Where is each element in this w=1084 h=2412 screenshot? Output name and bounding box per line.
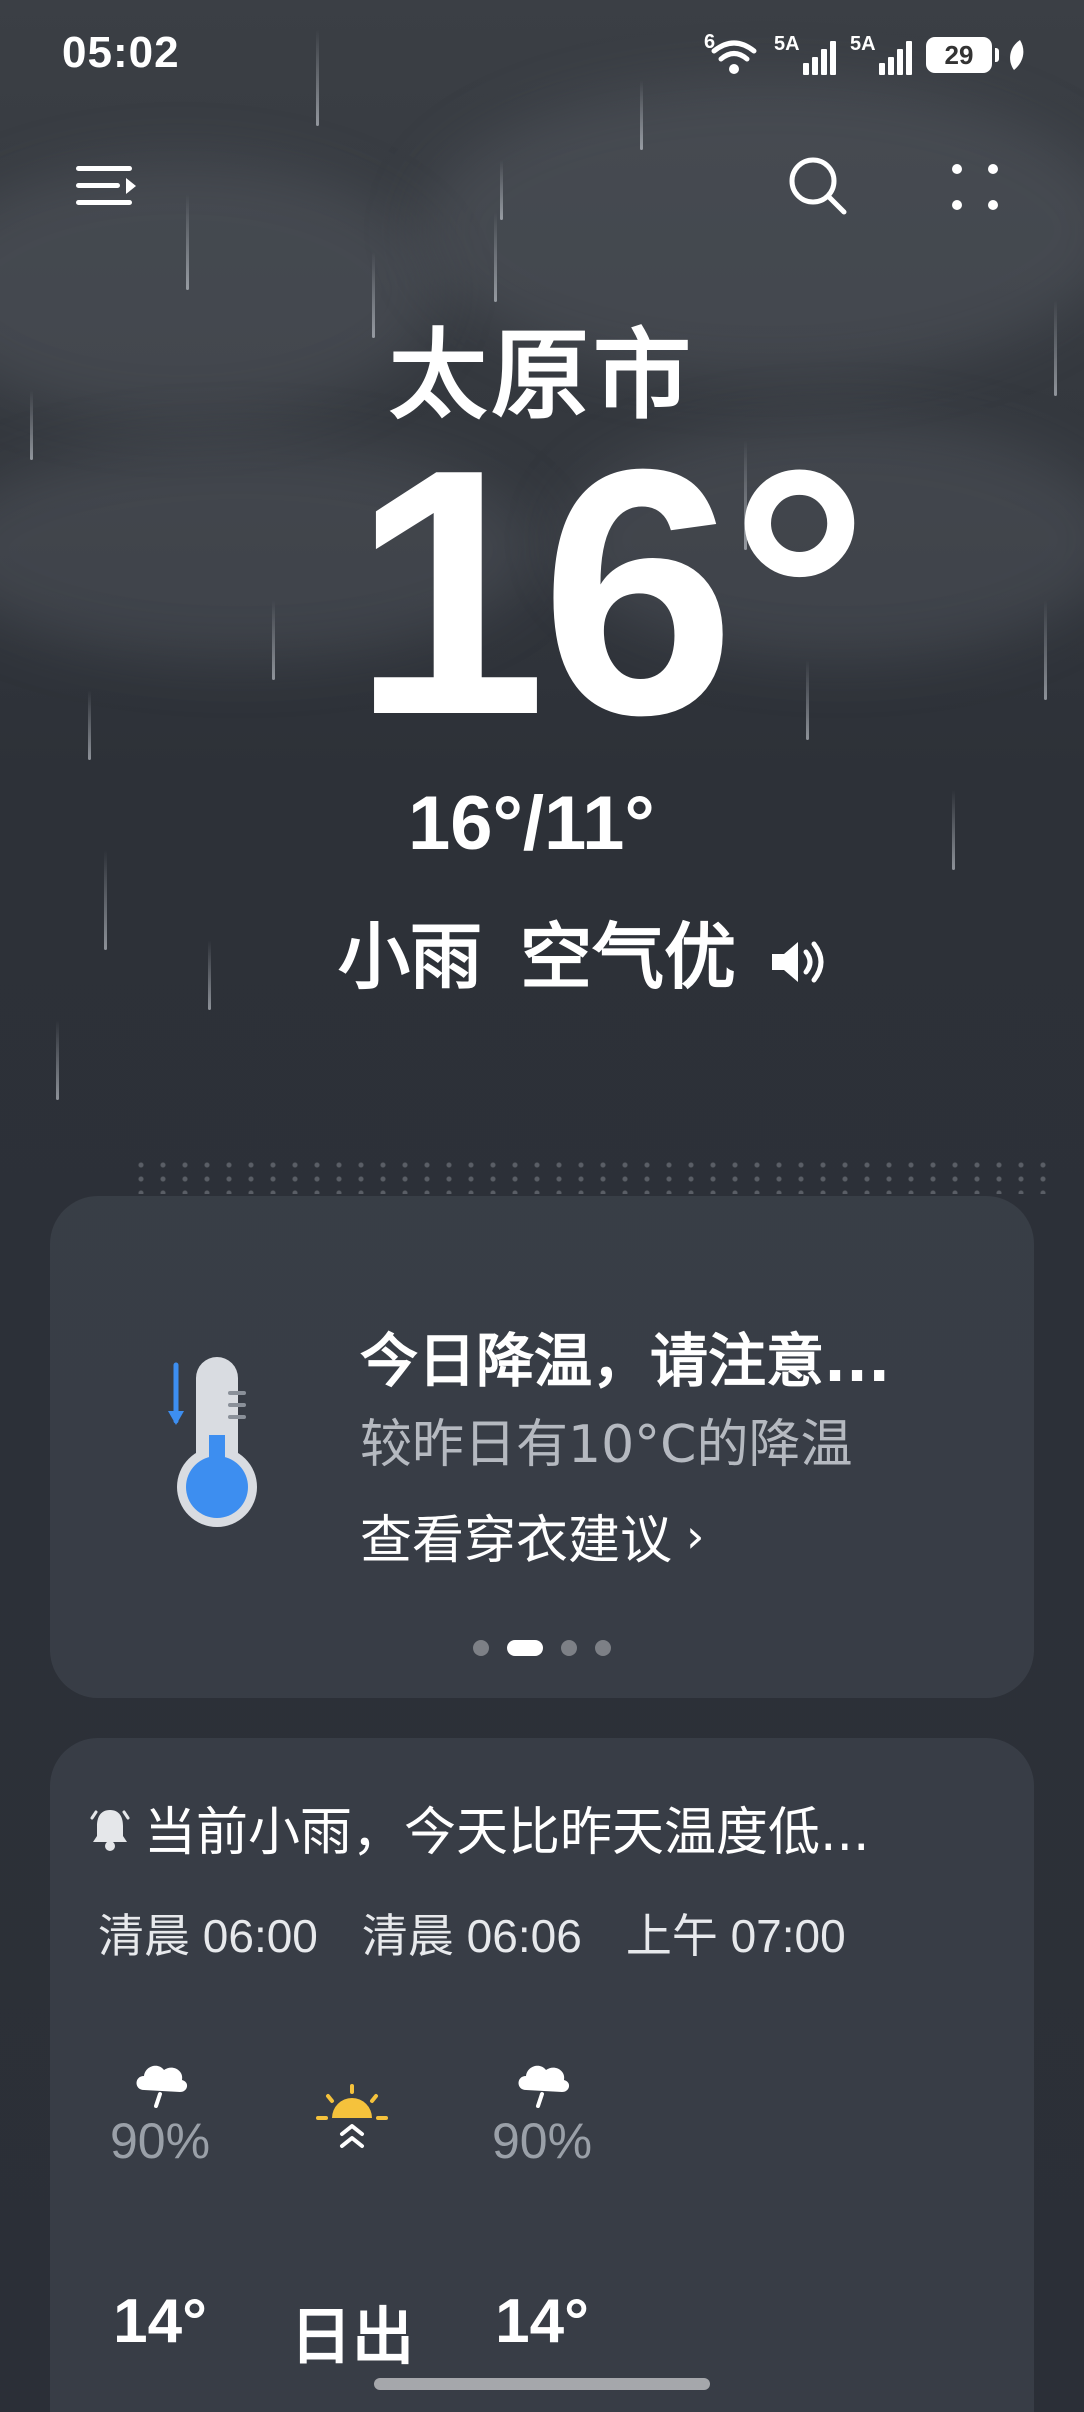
precip-percent: 90% [109,2113,211,2169]
menu-button[interactable] [70,158,142,218]
sim1-signal-icon: 5A [774,33,836,77]
carousel-page-indicator [50,1640,1034,1656]
sim2-network-label: 5A [850,33,876,55]
weather-condition: 小雨 [338,915,483,999]
sim2-signal-icon: 5A [850,33,912,77]
hourly-times: 清晨 06:00 清晨 06:06 上午 07:00 [98,1900,846,1966]
rain-splash [130,1158,1050,1194]
rain-drop [494,212,497,302]
more-icon [949,161,1001,217]
wifi-icon: 6 [704,31,760,77]
page-dot [561,1640,577,1656]
rain-drop [272,600,275,680]
hour-time: 上午 07:00 [625,1910,846,1962]
rain-drop [640,80,643,150]
page-dot [595,1640,611,1656]
high-low-temperature: 16°/11° [408,781,655,866]
temperature-alert-card[interactable]: 今日降温，请注意... 较昨日有10°C的降温 查看穿衣建议 › [50,1196,1034,1698]
thermometer-cold-icon [160,1351,270,1535]
hour-temperature: 14° [113,2287,207,2356]
alert-title: 今日降温，请注意... [360,1327,891,1395]
rain-drop [208,940,211,1010]
hour-time: 清晨 06:00 [98,1910,318,1962]
search-button[interactable] [782,152,854,224]
page-dot-active [507,1640,543,1656]
menu-icon [74,162,138,214]
sim1-network-label: 5A [774,33,800,55]
hour-time: 清晨 06:06 [361,1910,582,1962]
condition-row: 小雨 空气优 [338,898,832,1003]
hourly-forecast-card[interactable]: 当前小雨，今天比昨天温度低... 清晨 06:00 清晨 06:06 上午 07… [50,1738,1034,2412]
rain-drop [104,850,107,950]
precip-percent: 90% [491,2113,593,2169]
battery-icon: 29 [926,37,999,73]
bell-icon [90,1805,130,1851]
rain-drop [88,690,91,760]
speaker-icon[interactable] [768,923,832,982]
chevron-right-icon: › [686,1508,705,1563]
air-quality[interactable]: 空气优 [520,898,736,1003]
rain-drop [186,194,189,290]
clothing-advice-link[interactable]: 查看穿衣建议 › [360,1498,704,1573]
home-indicator[interactable] [374,2378,710,2390]
hour-item: 90% [50,2056,270,2170]
rain-drop [316,30,319,126]
current-temperature: 16° [352,397,869,788]
sunrise-icon [314,2084,390,2160]
hour-item [242,2084,462,2164]
clothing-advice-label: 查看穿衣建议 [360,1511,673,1571]
rain-notice-text: 当前小雨，今天比昨天温度低... [144,1803,870,1863]
sunrise-label: 日出 [289,2300,414,2373]
hour-temperature: 14° [495,2287,589,2356]
rain-drop [500,160,503,220]
more-button[interactable] [942,156,1008,222]
page-dot [473,1640,489,1656]
rain-drop [56,1020,59,1100]
hour-item: 90% [432,2056,652,2170]
rain-notice[interactable]: 当前小雨，今天比昨天温度低... [90,1790,870,1865]
weather-screen: 05:02 6 5A 5A 29 太原市 16° 16°/11° 小雨 空气优 … [0,0,1084,2412]
status-time: 05:02 [62,28,180,77]
leaf-icon [1006,38,1026,72]
rain-drop [1044,600,1047,700]
rain-cloud-icon [512,2056,572,2108]
status-icons: 6 5A 5A 29 [704,30,1026,80]
search-icon [786,154,850,222]
rain-drop [952,790,955,870]
rain-cloud-icon [130,2056,190,2108]
alert-subtitle: 较昨日有10°C的降温 [360,1415,853,1475]
